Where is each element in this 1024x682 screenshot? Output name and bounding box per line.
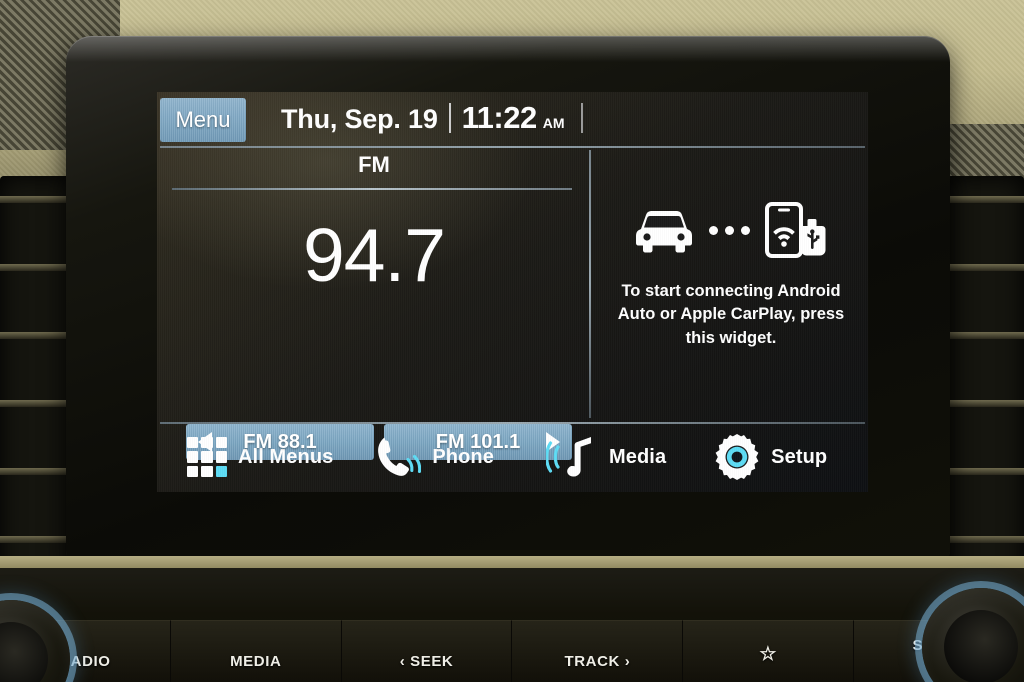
nav-item-setup[interactable]: Setup — [714, 434, 827, 480]
hw-button-media[interactable]: MEDIA — [170, 620, 342, 682]
phone-handset-icon — [378, 437, 422, 476]
time-text: 11:22 — [461, 100, 538, 135]
hw-button-media-label: MEDIA — [230, 653, 282, 670]
status-bar-end-divider — [580, 103, 583, 133]
nav-item-media[interactable]: Media — [545, 435, 667, 479]
radio-panel[interactable]: FM 94.7 FM 88.1 FM 101.1 — [160, 150, 588, 460]
status-bar: Menu Thu, Sep. 19 11:22 AM — [157, 92, 868, 148]
music-note-icon — [545, 437, 591, 477]
status-bar-separator — [160, 146, 865, 148]
menu-button[interactable]: Menu — [160, 98, 246, 142]
hardware-button-row: RADIO MEDIA ‹ SEEK TRACK › ☆ SETUP — [0, 620, 1024, 682]
hw-button-track[interactable]: TRACK › — [512, 620, 684, 682]
ampm-text: AM — [542, 115, 565, 131]
date-time-divider — [448, 103, 451, 133]
infotainment-screen[interactable]: Menu Thu, Sep. 19 11:22 AM FM 94.7 FM 88… — [157, 92, 868, 492]
menu-button-label: Menu — [175, 107, 231, 132]
projection-widget[interactable]: To start connecting Android Auto or Appl… — [597, 150, 865, 418]
nav-label-media: Media — [608, 445, 667, 468]
star-icon: ☆ — [759, 644, 778, 665]
hw-button-seek[interactable]: ‹ SEEK — [341, 620, 513, 682]
band-label: FM — [358, 152, 390, 177]
panel-vertical-divider — [589, 150, 591, 418]
gear-icon — [715, 434, 759, 480]
three-dots-icon — [708, 225, 750, 235]
date-time-display: Thu, Sep. 19 11:22 AM — [281, 100, 583, 136]
car-icon — [635, 211, 692, 253]
band-underline — [172, 188, 572, 190]
hw-button-seek-label: ‹ SEEK — [399, 653, 454, 670]
usb-connector-icon — [800, 219, 825, 256]
projection-icon-group — [633, 202, 830, 258]
dashboard-scene: Menu Thu, Sep. 19 11:22 AM FM 94.7 FM 88… — [0, 0, 1024, 682]
hw-button-favorite[interactable]: ☆ — [683, 620, 855, 682]
date-text: Thu, Sep. 19 — [281, 104, 438, 134]
preset-previous-label: FM 88.1 — [243, 430, 317, 453]
frequency-display: 94.7 — [303, 213, 446, 297]
projection-widget-message: To start connecting Android Auto or Appl… — [617, 282, 845, 347]
bezel-highlight — [66, 36, 950, 62]
smartphone-wifi-icon — [764, 202, 825, 258]
grid-3x3-icon — [187, 437, 227, 477]
preset-next-label: FM 101.1 — [435, 430, 521, 453]
nav-label-setup: Setup — [771, 445, 828, 468]
hw-button-track-label: TRACK › — [564, 653, 631, 670]
air-vent-right — [946, 176, 1024, 596]
